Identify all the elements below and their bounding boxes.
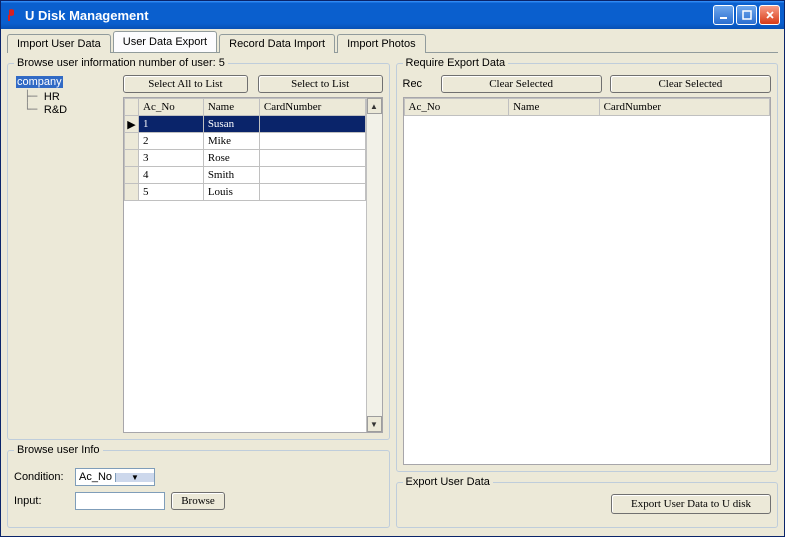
chevron-down-icon[interactable]: ▼ bbox=[115, 473, 154, 482]
maximize-button[interactable] bbox=[736, 5, 757, 25]
scroll-up-icon[interactable]: ▲ bbox=[367, 98, 382, 114]
tab-user-data-export[interactable]: User Data Export bbox=[113, 31, 217, 52]
row-header-corner bbox=[125, 99, 139, 116]
browse-group-legend: Browse user information number of user: … bbox=[14, 57, 228, 69]
browse-user-information-group: Browse user information number of user: … bbox=[7, 57, 390, 440]
col-cardnumber[interactable]: CardNumber bbox=[259, 99, 365, 116]
rec-label: Rec bbox=[403, 78, 433, 90]
browse-info-legend: Browse user Info bbox=[14, 444, 103, 456]
table-row[interactable]: 2 Mike bbox=[125, 133, 366, 150]
select-all-to-list-button[interactable]: Select All to List bbox=[123, 75, 248, 93]
table-row[interactable]: 3 Rose bbox=[125, 150, 366, 167]
export-user-legend: Export User Data bbox=[403, 476, 493, 488]
tree-item-rd[interactable]: └─ R&D bbox=[24, 103, 117, 116]
table-row[interactable]: ▶ 1 Susan bbox=[125, 116, 366, 133]
tree-root[interactable]: company bbox=[16, 75, 117, 90]
minimize-button[interactable] bbox=[713, 5, 734, 25]
tab-record-data-import[interactable]: Record Data Import bbox=[219, 34, 335, 53]
exp-col-acno[interactable]: Ac_No bbox=[404, 99, 509, 116]
table-row[interactable]: 4 Smith bbox=[125, 167, 366, 184]
company-tree[interactable]: company ├─ HR └─ R&D bbox=[14, 75, 119, 433]
col-acno[interactable]: Ac_No bbox=[139, 99, 204, 116]
exp-col-name[interactable]: Name bbox=[509, 99, 599, 116]
tab-strip: Import User Data User Data Export Record… bbox=[7, 33, 778, 53]
require-export-data-group: Require Export Data Rec Clear Selected C… bbox=[396, 57, 779, 472]
row-indicator-icon: ▶ bbox=[125, 116, 139, 133]
condition-combo[interactable]: Ac_No ▼ bbox=[75, 468, 155, 486]
clear-selected-button-1[interactable]: Clear Selected bbox=[441, 75, 602, 93]
clear-selected-button-2[interactable]: Clear Selected bbox=[610, 75, 771, 93]
export-user-data-group: Export User Data Export User Data to U d… bbox=[396, 476, 779, 528]
col-name[interactable]: Name bbox=[203, 99, 259, 116]
export-user-data-button[interactable]: Export User Data to U disk bbox=[611, 494, 771, 514]
browse-button[interactable]: Browse bbox=[171, 492, 225, 510]
window-title: U Disk Management bbox=[25, 8, 713, 23]
close-button[interactable] bbox=[759, 5, 780, 25]
input-field[interactable] bbox=[75, 492, 165, 510]
select-to-list-button[interactable]: Select to List bbox=[258, 75, 383, 93]
table-row[interactable]: 5 Louis bbox=[125, 184, 366, 201]
scroll-down-icon[interactable]: ▼ bbox=[367, 416, 382, 432]
browse-user-info-group: Browse user Info Condition: Ac_No ▼ Inpu… bbox=[7, 444, 390, 528]
exp-col-cardnumber[interactable]: CardNumber bbox=[599, 99, 769, 116]
app-icon bbox=[5, 7, 21, 23]
condition-label: Condition: bbox=[14, 471, 69, 483]
input-label: Input: bbox=[14, 495, 69, 507]
require-export-legend: Require Export Data bbox=[403, 57, 509, 69]
user-grid[interactable]: Ac_No Name CardNumber ▶ 1 Susan bbox=[123, 97, 383, 433]
export-grid[interactable]: Ac_No Name CardNumber bbox=[403, 97, 772, 465]
tree-item-hr[interactable]: ├─ HR bbox=[24, 90, 117, 103]
tab-import-photos[interactable]: Import Photos bbox=[337, 34, 425, 53]
titlebar: U Disk Management bbox=[1, 1, 784, 29]
grid-scrollbar[interactable]: ▲ ▼ bbox=[366, 98, 382, 432]
tab-import-user-data[interactable]: Import User Data bbox=[7, 34, 111, 53]
